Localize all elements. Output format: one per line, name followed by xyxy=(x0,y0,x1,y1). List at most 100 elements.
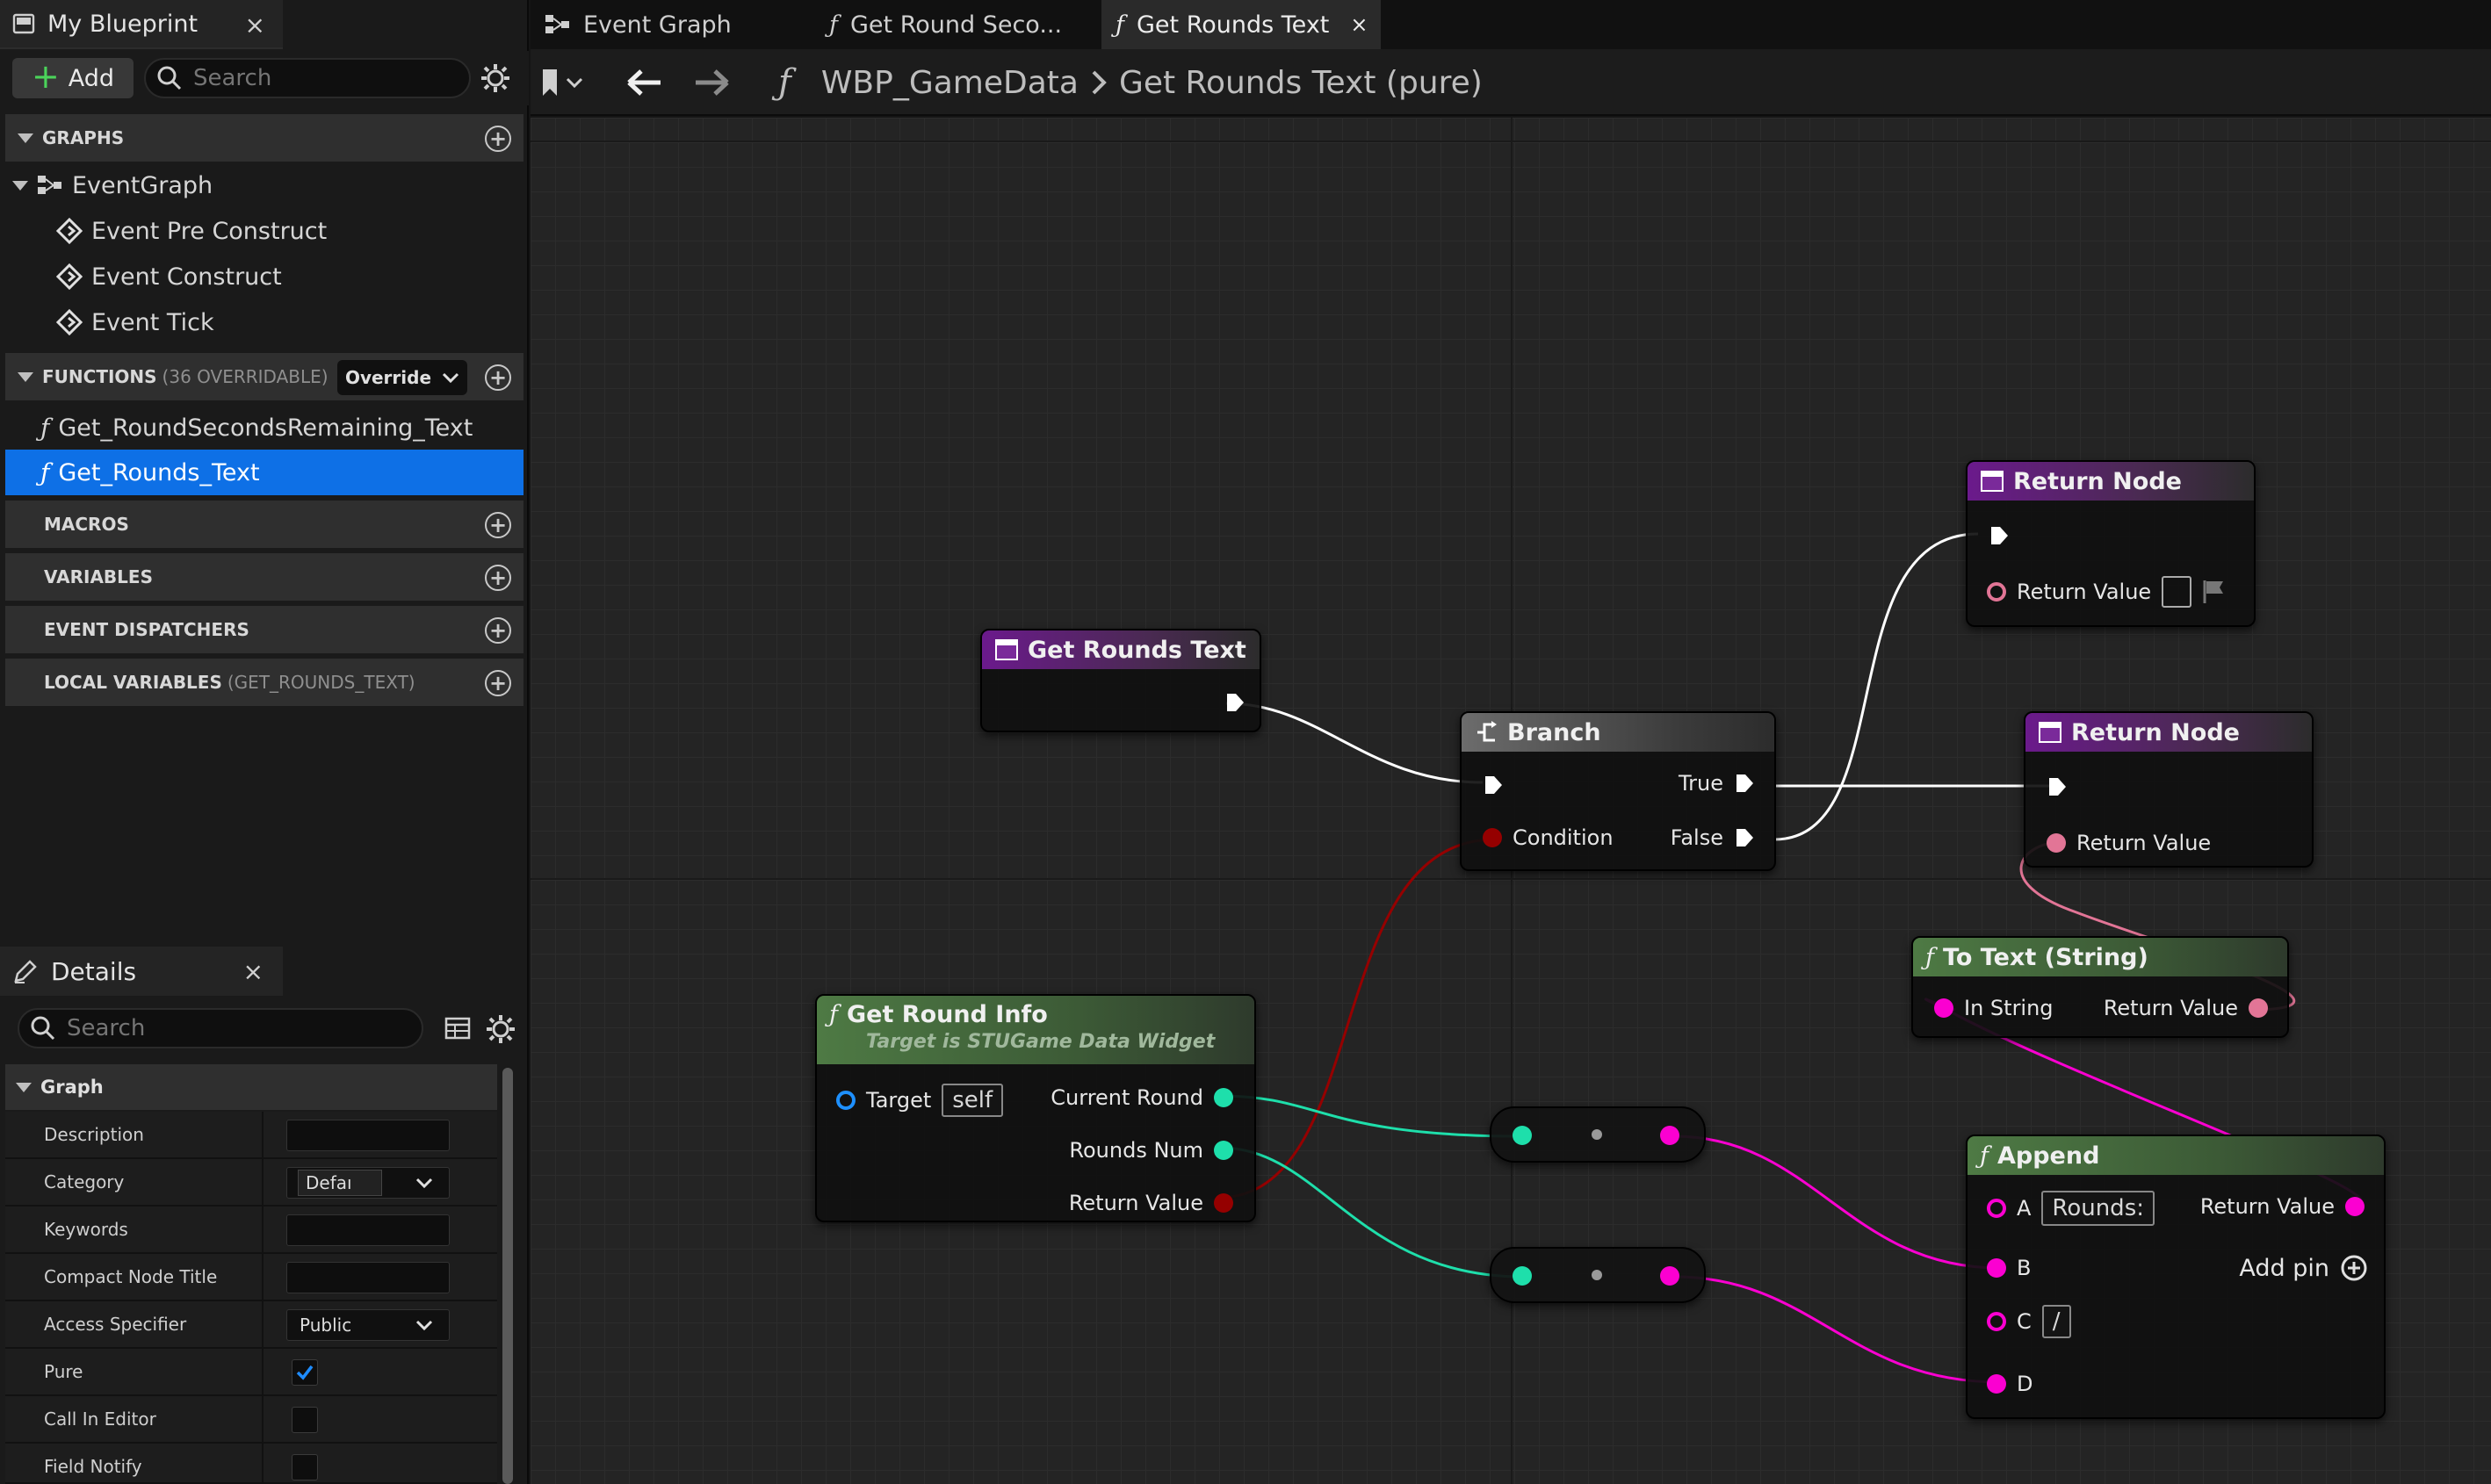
pure-checkbox[interactable] xyxy=(292,1359,318,1386)
append-return-pin[interactable]: Return Value xyxy=(2200,1194,2365,1219)
add-variable-button[interactable]: + xyxy=(485,565,511,591)
add-macro-button[interactable]: + xyxy=(485,512,511,538)
add-function-button[interactable]: + xyxy=(485,364,511,391)
property-row-compact-title: Compact Node Title xyxy=(5,1254,497,1301)
row-divider xyxy=(262,1159,264,1205)
localize-flag-icon[interactable] xyxy=(2202,579,2227,605)
property-row-description: Description xyxy=(5,1112,497,1159)
description-field[interactable] xyxy=(286,1120,450,1151)
string-pin-icon[interactable] xyxy=(1660,1126,1679,1145)
exec-in-pin[interactable] xyxy=(1989,525,2010,546)
details-tab[interactable]: Details × xyxy=(0,947,283,996)
add-event-dispatcher-button[interactable]: + xyxy=(485,617,511,644)
event-diamond-icon xyxy=(56,263,83,290)
return-value-pin[interactable]: Return Value xyxy=(2047,831,2211,855)
add-local-variable-button[interactable]: + xyxy=(485,670,511,696)
get-round-info-node[interactable]: ƒ Get Round Info Target is STUGame Data … xyxy=(815,994,1256,1222)
tree-item-eventgraph[interactable]: EventGraph xyxy=(12,163,213,207)
forward-button[interactable] xyxy=(692,61,731,104)
tree-item-event-tick[interactable]: Event Tick xyxy=(56,300,214,344)
breadcrumb-blueprint[interactable]: WBP_GameData xyxy=(821,65,1079,101)
text-pin-icon xyxy=(2047,833,2066,853)
current-round-pin[interactable]: Current Round xyxy=(1051,1085,1233,1110)
int-to-string-conversion-node[interactable] xyxy=(1490,1247,1706,1303)
int-pin-icon[interactable] xyxy=(1513,1126,1532,1145)
graphs-section-header[interactable]: GRAPHS + xyxy=(5,114,523,162)
rounds-num-pin[interactable]: Rounds Num xyxy=(1069,1138,1233,1163)
close-icon[interactable]: × xyxy=(245,11,265,40)
tab-event-graph[interactable]: Event Graph xyxy=(531,0,794,49)
event-dispatchers-section-header[interactable]: EVENT DISPATCHERS + xyxy=(5,606,523,653)
function-item-rounds-text[interactable]: ƒ Get_Rounds_Text xyxy=(40,450,260,494)
add-pin-button[interactable]: Add pin xyxy=(2239,1254,2368,1282)
tree-item-event-pre-construct[interactable]: Event Pre Construct xyxy=(56,209,327,253)
int-pin-icon xyxy=(1214,1088,1233,1107)
int-pin-icon[interactable] xyxy=(1513,1266,1532,1286)
round-info-return-pin[interactable]: Return Value xyxy=(1069,1191,1233,1215)
target-pin[interactable]: Target self xyxy=(836,1084,1004,1117)
append-c-pin[interactable]: C / xyxy=(1987,1305,2071,1338)
tab-get-round-seconds[interactable]: ƒ Get Round Seco... xyxy=(815,0,1096,49)
in-string-pin[interactable]: In String xyxy=(1934,996,2054,1020)
graph-section-header[interactable]: Graph xyxy=(5,1064,497,1110)
compact-node-title-field[interactable] xyxy=(286,1262,450,1293)
to-text-return-pin[interactable]: Return Value xyxy=(2104,996,2268,1020)
category-combo[interactable]: Defaı xyxy=(286,1167,450,1199)
field-notify-checkbox[interactable] xyxy=(292,1454,318,1480)
append-c-value-box[interactable]: / xyxy=(2041,1305,2071,1338)
append-d-pin[interactable]: D xyxy=(1987,1372,2033,1396)
true-pin[interactable]: True xyxy=(1679,771,1755,796)
text-literal-box[interactable] xyxy=(2162,576,2192,608)
tab-get-rounds-text[interactable]: ƒ Get Rounds Text × xyxy=(1101,0,1381,49)
collapse-arrow-icon xyxy=(18,133,33,143)
gear-icon[interactable] xyxy=(485,1013,516,1045)
close-icon[interactable]: × xyxy=(1350,12,1368,37)
category-value[interactable]: Defaı xyxy=(298,1170,382,1196)
int-to-string-conversion-node[interactable] xyxy=(1490,1106,1706,1163)
add-button[interactable]: + Add xyxy=(12,58,134,98)
details-search-input[interactable] xyxy=(67,1015,401,1041)
exec-in-pin[interactable] xyxy=(1483,774,1504,796)
search-icon xyxy=(31,1016,55,1041)
target-value-box[interactable]: self xyxy=(942,1084,1004,1117)
function-icon: ƒ xyxy=(1980,1142,1989,1170)
my-blueprint-tab[interactable]: My Blueprint × xyxy=(0,0,283,49)
append-node[interactable]: ƒ Append A Rounds: Return Value B Add pi… xyxy=(1966,1135,2386,1419)
call-in-editor-checkbox[interactable] xyxy=(292,1407,318,1433)
exec-out-pin[interactable] xyxy=(1224,692,1246,713)
return-node-false[interactable]: Return Node Return Value xyxy=(1966,460,2256,627)
branch-node[interactable]: Branch True Condition False xyxy=(1460,711,1776,871)
graph-canvas[interactable]: Get Rounds Text Branch True Condition Fa… xyxy=(531,118,2491,1484)
return-node-true[interactable]: Return Node Return Value xyxy=(2024,711,2314,868)
add-graph-button[interactable]: + xyxy=(485,126,511,152)
local-variables-section-header[interactable]: LOCAL VARIABLES (GET_ROUNDS_TEXT) + xyxy=(5,659,523,706)
node-title: Append xyxy=(1997,1142,2100,1170)
gear-icon[interactable] xyxy=(480,62,511,94)
keywords-field[interactable] xyxy=(286,1214,450,1246)
to-text-string-node[interactable]: ƒ To Text (String) In String Return Valu… xyxy=(1911,936,2289,1038)
append-a-pin[interactable]: A Rounds: xyxy=(1987,1191,2155,1226)
bookmark-dropdown-button[interactable] xyxy=(539,61,599,104)
append-b-pin[interactable]: B xyxy=(1987,1256,2031,1280)
append-a-value-box[interactable]: Rounds: xyxy=(2041,1191,2155,1226)
access-specifier-combo[interactable]: Public xyxy=(286,1309,450,1341)
pin-label: False xyxy=(1670,825,1723,850)
close-icon[interactable]: × xyxy=(243,957,264,986)
macros-section-header[interactable]: MACROS + xyxy=(5,501,523,548)
override-dropdown[interactable]: Override xyxy=(337,360,467,395)
table-view-icon[interactable] xyxy=(444,1015,471,1041)
tree-item-event-construct[interactable]: Event Construct xyxy=(56,255,282,299)
search-input[interactable] xyxy=(193,65,457,91)
condition-pin[interactable]: Condition xyxy=(1483,825,1614,850)
function-entry-node[interactable]: Get Rounds Text xyxy=(980,629,1261,732)
functions-section-header[interactable]: FUNCTIONS (36 OVERRIDABLE) Override + xyxy=(5,353,523,400)
node-title: To Text (String) xyxy=(1943,943,2148,971)
string-pin-icon[interactable] xyxy=(1660,1266,1679,1286)
return-value-pin[interactable]: Return Value xyxy=(1987,576,2227,608)
false-pin[interactable]: False xyxy=(1671,825,1755,850)
back-button[interactable] xyxy=(625,61,664,104)
exec-in-pin[interactable] xyxy=(2047,776,2068,797)
variables-section-header[interactable]: VARIABLES + xyxy=(5,553,523,601)
function-item-round-seconds[interactable]: ƒ Get_RoundSecondsRemaining_Text xyxy=(40,406,473,450)
details-scrollbar[interactable] xyxy=(502,1068,513,1484)
